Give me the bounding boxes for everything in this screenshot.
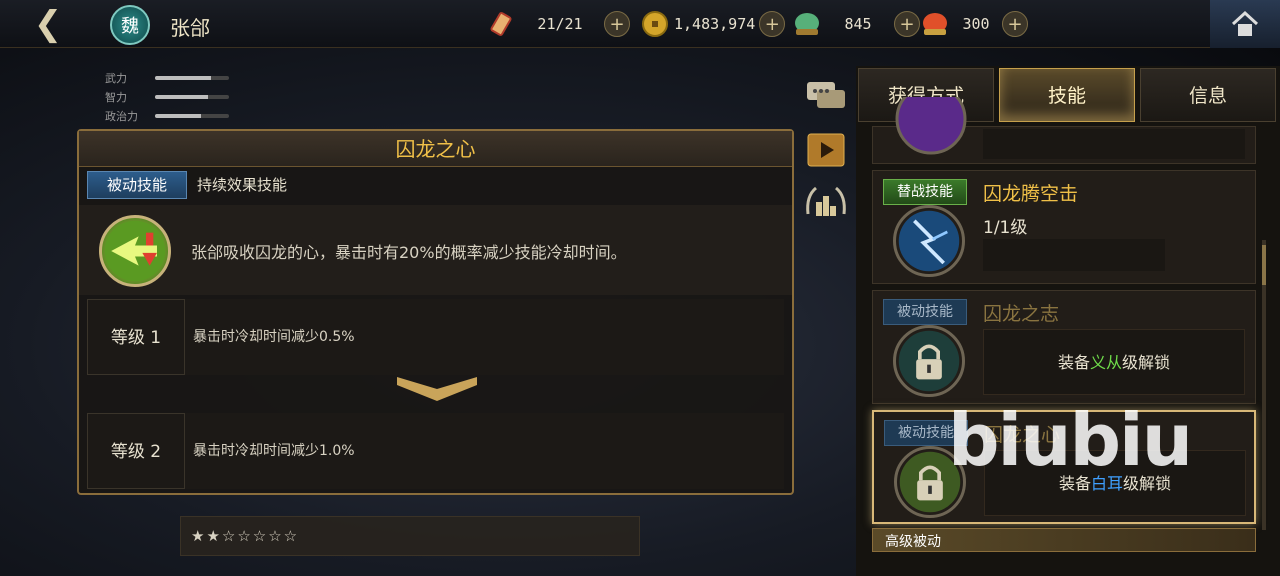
level-label: 等级 2 — [87, 413, 185, 489]
level-row: 等级 1 暴击时冷却时间减少0.5% — [87, 299, 784, 375]
resource-value: 1,483,974 — [674, 15, 756, 33]
stat-fill — [155, 94, 209, 99]
stat-bar — [155, 75, 229, 80]
skill-description-row: 张郃吸收囚龙的心，暴击时有20%的概率减少技能冷却时间。 — [79, 205, 792, 295]
scrollbar-thumb[interactable] — [1262, 245, 1266, 285]
chat-icon — [807, 82, 845, 108]
stat-label: 武力 — [105, 71, 127, 85]
play-video-button[interactable] — [804, 130, 848, 170]
star-rating-bar: ★★☆☆☆☆☆ — [180, 516, 640, 556]
stat-fill — [155, 113, 201, 118]
home-icon — [1231, 10, 1259, 36]
resource-coin: 1,483,974 + — [640, 9, 786, 39]
passive-skill-tag: 被动技能 — [87, 171, 187, 199]
stat-label: 政治力 — [105, 109, 138, 123]
unlock-condition: 装备义从级解锁 — [983, 329, 1245, 395]
jade-icon — [795, 13, 819, 35]
watermark: biubiu — [948, 398, 1193, 482]
add-jade-button[interactable]: + — [894, 11, 920, 37]
chat-button[interactable] — [804, 76, 848, 116]
resource-value: 300 — [962, 15, 990, 33]
skill-description: 张郃吸收囚龙的心，暴击时有20%的概率减少技能冷却时间。 — [191, 243, 627, 262]
lock-icon — [893, 325, 965, 397]
star-icons: ★★☆☆☆☆☆ — [191, 527, 300, 545]
purple-skill-icon — [895, 97, 967, 155]
scroll-icon — [490, 12, 512, 36]
level-effect: 暴击时冷却时间减少0.5% — [193, 329, 355, 345]
skill-detail-title: 囚龙之心 — [79, 131, 792, 167]
skill-level: 1/1级 — [983, 218, 1028, 238]
resource-jade: 845 + — [792, 9, 920, 39]
kingdom-label: 魏 — [121, 16, 139, 37]
skill-type-row: 被动技能 持续效果技能 — [79, 169, 792, 201]
stat-label: 智力 — [105, 90, 127, 104]
passive-skill-tag: 被动技能 — [883, 299, 967, 325]
stat-row: 武力 — [105, 68, 255, 87]
skill-card-locked[interactable]: 被动技能 囚龙之志 装备义从级解锁 — [872, 290, 1256, 404]
stat-row: 智力 — [105, 87, 255, 106]
level-row: 等级 2 暴击时冷却时间减少1.0% — [87, 413, 784, 489]
hero-stats: 武力 智力 政治力 — [105, 68, 255, 125]
add-scroll-button[interactable]: + — [604, 11, 630, 37]
skill-subtype: 持续效果技能 — [197, 176, 288, 194]
skill-detail-panel: 囚龙之心 被动技能 持续效果技能 张郃吸收囚龙的心，暴击时有20%的概率减少技能… — [77, 129, 794, 495]
chevron-left-icon: ❮ — [33, 4, 63, 44]
heart-skill-icon — [99, 215, 171, 287]
coin-icon — [642, 11, 668, 37]
stat-bar — [155, 113, 229, 118]
stat-fill — [155, 75, 211, 80]
hero-name: 张郃 — [170, 16, 210, 40]
play-icon — [807, 133, 845, 167]
side-buttons — [800, 76, 852, 238]
skill-card-substitute[interactable]: 替战技能 囚龙腾空击 1/1级 — [872, 170, 1256, 284]
unlock-suffix: 级解锁 — [1122, 353, 1171, 372]
resource-scroll: 21/21 + — [486, 9, 630, 39]
level-label: 等级 1 — [87, 299, 185, 375]
skill-card-info — [983, 129, 1245, 159]
add-ruby-button[interactable]: + — [1002, 11, 1028, 37]
skill-card-partial[interactable] — [872, 97, 1256, 164]
home-button[interactable] — [1210, 0, 1280, 48]
ruby-icon — [923, 13, 947, 35]
unlock-prefix: 装备 — [1057, 353, 1090, 372]
stat-bar — [155, 94, 229, 99]
lightning-skill-icon — [893, 205, 965, 277]
expand-chevron-icon[interactable] — [397, 375, 477, 403]
resource-value: 845 — [844, 15, 872, 33]
advanced-passive-label: 高级被动 — [885, 534, 941, 550]
add-coin-button[interactable]: + — [759, 11, 786, 37]
unlock-gear: 义从 — [1089, 353, 1122, 372]
skill-name: 囚龙腾空击 — [983, 183, 1079, 205]
advanced-passive-header: 高级被动 — [872, 528, 1256, 552]
kingdom-badge: 魏 — [110, 5, 150, 45]
ranking-icon — [806, 186, 846, 216]
skill-name: 囚龙之志 — [983, 303, 1060, 325]
back-button[interactable]: ❮ — [0, 0, 96, 48]
tab-info[interactable]: 信息 — [1140, 68, 1276, 122]
tab-skills[interactable]: 技能 — [999, 68, 1135, 122]
level-effect: 暴击时冷却时间减少1.0% — [193, 443, 355, 459]
skill-level-bar — [983, 239, 1165, 271]
ranking-button[interactable] — [804, 184, 848, 224]
resource-ruby: 300 + — [920, 9, 1028, 39]
substitute-skill-tag: 替战技能 — [883, 179, 967, 205]
resource-value: 21/21 — [537, 15, 583, 33]
stat-row: 政治力 — [105, 106, 255, 125]
